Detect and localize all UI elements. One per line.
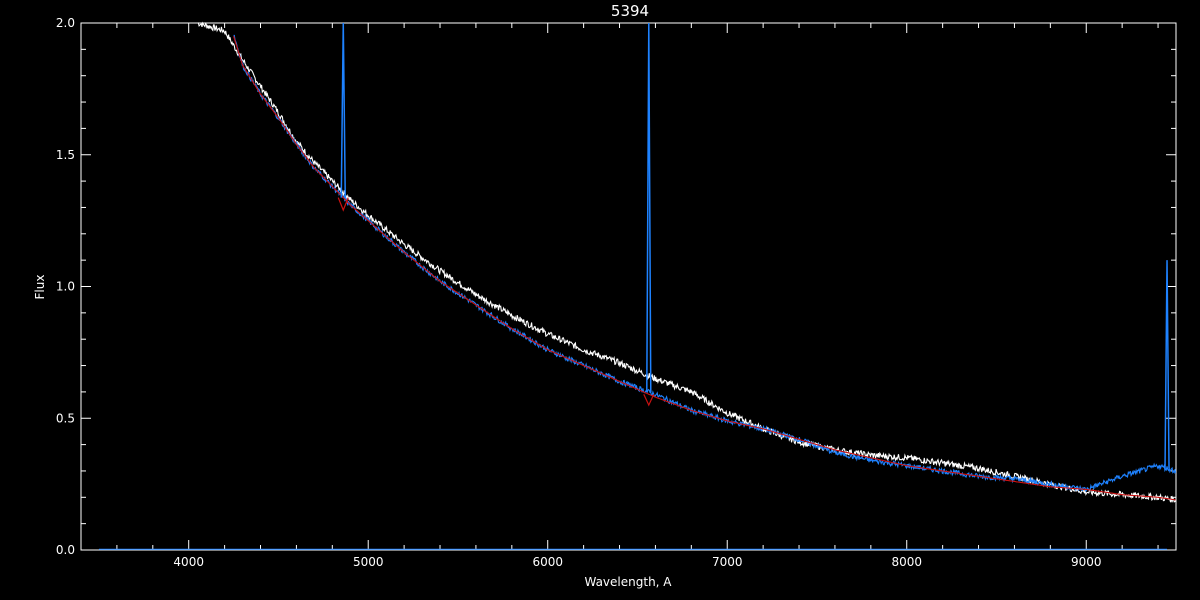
chart-background	[0, 0, 1200, 600]
x-tick-label: 7000	[712, 555, 743, 569]
y-tick-label: 0.0	[56, 543, 75, 557]
x-tick-label: 4000	[173, 555, 204, 569]
y-axis-label: Flux	[33, 275, 47, 300]
x-tick-label: 5000	[353, 555, 384, 569]
spectrum-chart: 5394 4000 5000 6000 7000 8000 9000 0.0 0.5 1.0 1.…	[0, 0, 1200, 600]
x-tick-label: 6000	[532, 555, 563, 569]
x-tick-label: 9000	[1071, 555, 1102, 569]
chart-title: 5394	[611, 2, 649, 20]
y-tick-label: 1.5	[56, 148, 75, 162]
y-tick-label: 0.5	[56, 411, 75, 425]
y-tick-label: 2.0	[56, 16, 75, 30]
y-tick-label: 1.0	[56, 280, 75, 294]
x-tick-label: 8000	[891, 555, 922, 569]
x-axis-label: Wavelength, A	[584, 575, 672, 589]
